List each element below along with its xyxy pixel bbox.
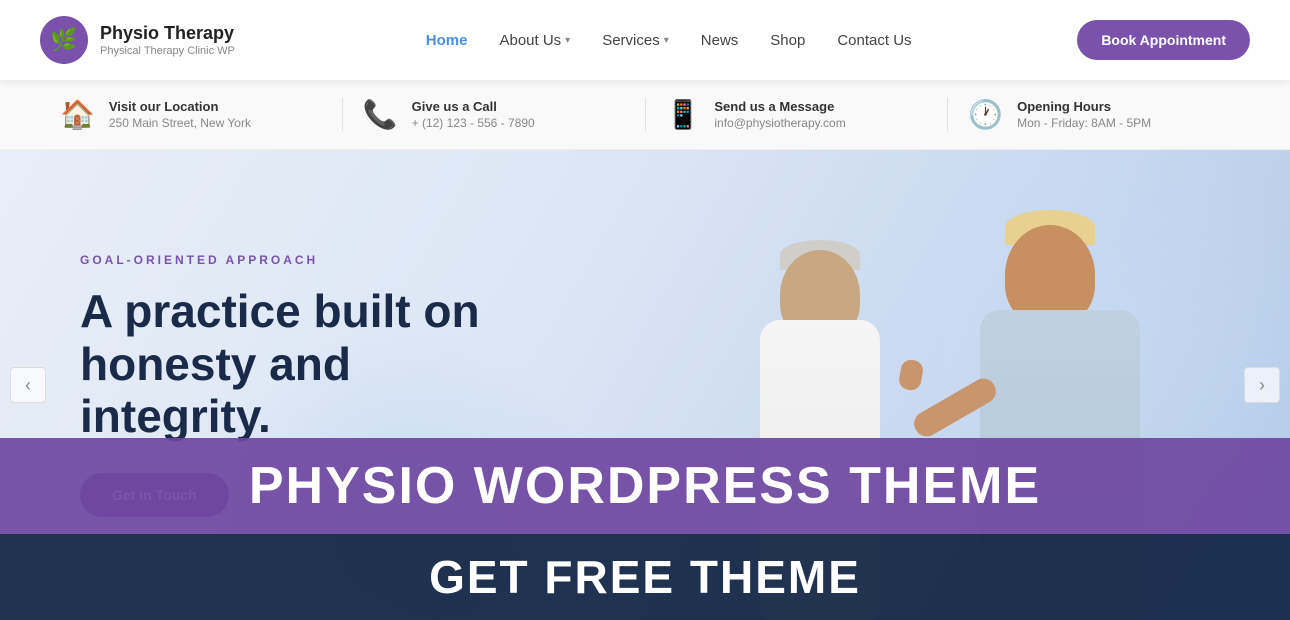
logo-title: Physio Therapy	[100, 23, 235, 45]
nav-links: Home About Us ▾ Services ▾ News Shop Con…	[260, 24, 1077, 57]
logo-icon: 🌿	[40, 16, 88, 64]
phone-value: + (12) 123 - 556 - 7890	[412, 116, 535, 130]
logo[interactable]: 🌿 Physio Therapy Physical Therapy Clinic…	[40, 16, 260, 64]
nav-contact[interactable]: Contact Us	[823, 24, 925, 57]
location-label: Visit our Location	[109, 99, 251, 114]
slider-next-button[interactable]: ›	[1244, 367, 1280, 403]
message-label: Send us a Message	[714, 99, 845, 114]
nav-news[interactable]: News	[687, 24, 753, 57]
message-value: info@physiotherapy.com	[714, 116, 845, 130]
location-value: 250 Main Street, New York	[109, 116, 251, 130]
logo-subtitle: Physical Therapy Clinic WP	[100, 45, 235, 57]
nav-about[interactable]: About Us ▾	[485, 24, 584, 57]
info-bar: 🏠 Visit our Location 250 Main Street, Ne…	[0, 80, 1290, 150]
banner-bottom: GET FREE THEME	[0, 534, 1290, 620]
banner-bottom-text: GET FREE THEME	[40, 550, 1250, 604]
banner-top: PHYSIO WORDPRESS THEME	[0, 438, 1290, 534]
phone-label: Give us a Call	[412, 99, 535, 114]
book-appointment-button[interactable]: Book Appointment	[1077, 20, 1250, 60]
info-phone: 📞 Give us a Call + (12) 123 - 556 - 7890	[343, 98, 646, 131]
hero-tag: GOAL-ORIENTED APPROACH	[80, 253, 520, 267]
banner-top-text: PHYSIO WORDPRESS THEME	[40, 456, 1250, 516]
services-chevron-icon: ▾	[664, 35, 669, 46]
overlay-banner: PHYSIO WORDPRESS THEME GET FREE THEME	[0, 438, 1290, 620]
nav-services[interactable]: Services ▾	[588, 24, 683, 57]
clock-icon: 🕐	[968, 98, 1003, 131]
slider-prev-button[interactable]: ‹	[10, 367, 46, 403]
nav-shop[interactable]: Shop	[756, 24, 819, 57]
info-location: 🏠 Visit our Location 250 Main Street, Ne…	[40, 98, 343, 131]
about-chevron-icon: ▾	[565, 35, 570, 46]
location-icon: 🏠	[60, 98, 95, 131]
hours-value: Mon - Friday: 8AM - 5PM	[1017, 116, 1151, 130]
info-message: 📱 Send us a Message info@physiotherapy.c…	[646, 98, 949, 131]
navbar: 🌿 Physio Therapy Physical Therapy Clinic…	[0, 0, 1290, 80]
message-icon: 📱	[666, 98, 701, 131]
hero-section: ‹ GOAL-ORIENTED APPROACH A practice buil…	[0, 150, 1290, 620]
info-hours: 🕐 Opening Hours Mon - Friday: 8AM - 5PM	[948, 98, 1250, 131]
phone-icon: 📞	[363, 98, 398, 131]
hero-title: A practice built on honesty and integrit…	[80, 285, 520, 444]
nav-home[interactable]: Home	[412, 24, 482, 57]
hours-label: Opening Hours	[1017, 99, 1151, 114]
